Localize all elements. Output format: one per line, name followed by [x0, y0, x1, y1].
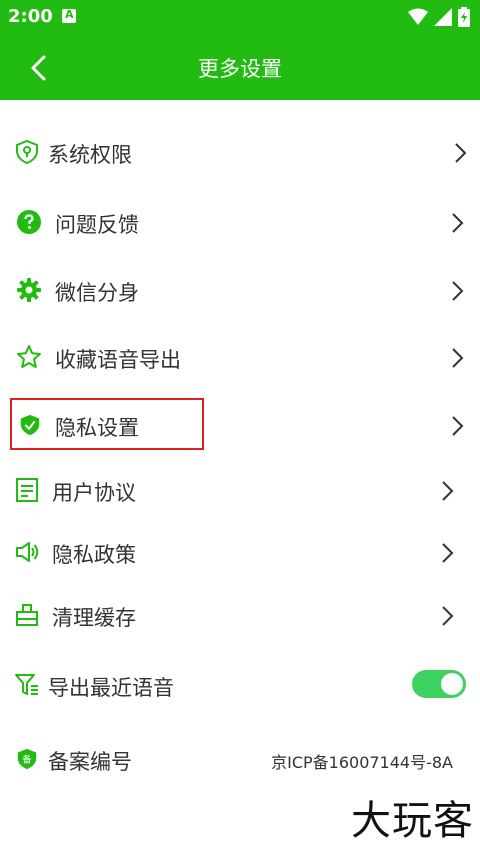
wifi-icon — [408, 8, 428, 25]
export-recent-voice-toggle[interactable] — [412, 670, 466, 698]
battery-icon — [458, 7, 470, 27]
setting-item-icp-number: 备 备案编号 京ICP备16007144号-8A — [0, 729, 480, 789]
signal-icon — [434, 8, 452, 26]
filter-icon — [15, 674, 38, 695]
setting-item-label: 导出最近语音 — [48, 676, 174, 700]
svg-text:备: 备 — [22, 754, 31, 766]
question-circle-icon — [17, 210, 41, 234]
chevron-right-icon — [442, 481, 454, 501]
setting-item-export-favorite-voice[interactable]: 收藏语音导出 — [0, 327, 480, 387]
speaker-icon — [16, 542, 39, 562]
setting-item-feedback[interactable]: 问题反馈 — [0, 192, 480, 252]
shield-location-icon — [16, 139, 38, 165]
notification-badge-text: A — [65, 8, 74, 21]
setting-item-user-agreement[interactable]: 用户协议 — [0, 460, 480, 520]
setting-item-label: 问题反馈 — [55, 213, 139, 237]
status-bar: 2:00 A — [0, 0, 480, 33]
chevron-right-icon — [452, 348, 464, 368]
setting-item-export-recent-voice: 导出最近语音 — [0, 655, 480, 715]
setting-item-label: 微信分身 — [55, 281, 139, 305]
chevron-right-icon — [442, 606, 454, 626]
chevron-right-icon — [452, 281, 464, 301]
broom-icon — [16, 604, 38, 626]
setting-item-system-permissions[interactable]: 系统权限 — [0, 122, 480, 182]
chevron-right-icon — [455, 143, 467, 163]
toggle-knob — [441, 673, 463, 695]
document-icon — [16, 478, 38, 502]
app-bar: 更多设置 — [0, 33, 480, 100]
page-title: 更多设置 — [198, 57, 282, 81]
setting-item-wechat-clone[interactable]: 微信分身 — [0, 260, 480, 320]
chevron-right-icon — [452, 416, 464, 436]
chevron-right-icon — [452, 213, 464, 233]
highlight-box — [10, 398, 204, 450]
setting-item-clear-cache[interactable]: 清理缓存 — [0, 585, 480, 645]
setting-item-label: 清理缓存 — [52, 606, 136, 630]
gear-icon — [17, 278, 41, 302]
star-icon — [17, 345, 41, 368]
setting-item-label: 用户协议 — [52, 481, 136, 505]
setting-item-label: 隐私政策 — [52, 543, 136, 567]
shield-record-icon: 备 — [17, 748, 37, 770]
status-icons — [408, 7, 470, 27]
setting-item-label: 收藏语音导出 — [55, 348, 181, 372]
notification-a-icon: A — [62, 8, 76, 23]
setting-item-privacy-policy[interactable]: 隐私政策 — [0, 522, 480, 582]
setting-item-label: 系统权限 — [48, 143, 132, 167]
watermark-logo: 大玩客 — [351, 798, 474, 844]
icp-value: 京ICP备16007144号-8A — [271, 753, 453, 772]
status-time: 2:00 — [8, 6, 53, 27]
chevron-right-icon — [442, 543, 454, 563]
setting-item-label: 备案编号 — [48, 750, 132, 774]
